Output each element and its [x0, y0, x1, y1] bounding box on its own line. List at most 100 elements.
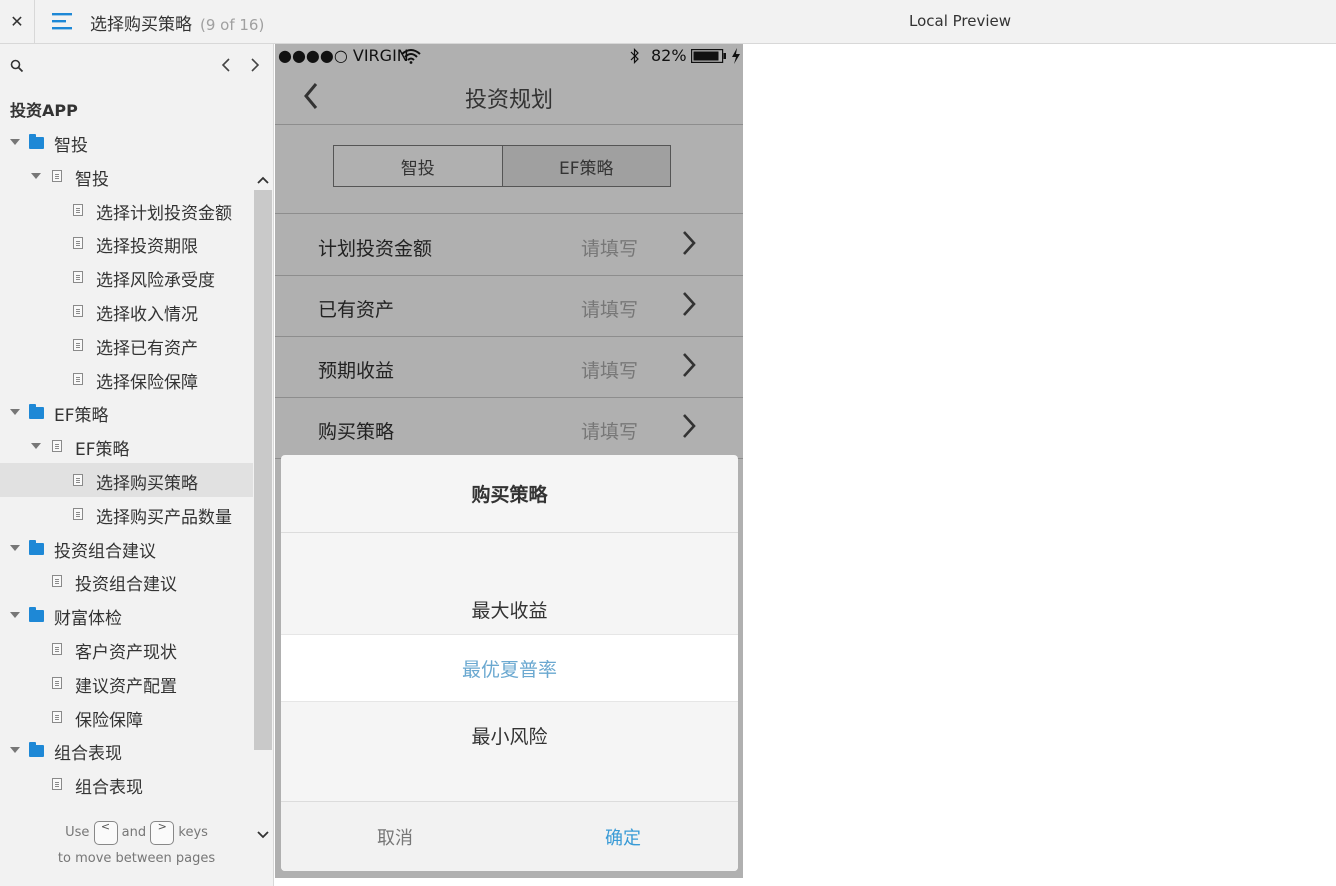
tree-item-label: 客户资产现状: [75, 643, 177, 663]
folder-icon: [29, 742, 44, 758]
search-icon[interactable]: [10, 59, 24, 73]
page-title: 选择购买策略 (9 of 16): [90, 10, 264, 35]
page-icon: [73, 474, 83, 486]
tree-folder[interactable]: 财富体检: [0, 598, 253, 632]
caret-down-icon[interactable]: [31, 443, 41, 450]
tree-item-label: 选择保险保障: [96, 372, 198, 393]
tree-page[interactable]: 选择投资期限: [0, 226, 253, 260]
tree-page[interactable]: 客户资产现状: [0, 632, 253, 666]
page-icon: [73, 338, 83, 351]
tree-page[interactable]: 选择保险保障: [0, 362, 253, 396]
tree-folder[interactable]: 组合表现: [0, 733, 253, 767]
battery-icon: [691, 49, 726, 63]
tree-folder[interactable]: 投资组合建议: [0, 531, 253, 565]
tree-item-label: 投资组合建议: [54, 541, 156, 562]
segment-ef-strategy[interactable]: EF策略: [501, 146, 670, 186]
form-row-expected-return[interactable]: 预期收益 请填写: [275, 336, 743, 398]
form-row-existing-assets[interactable]: 已有资产 请填写: [275, 275, 743, 337]
page-icon: [52, 643, 62, 655]
sheet-footer: 取消 确定: [281, 801, 738, 871]
close-button[interactable]: ✕: [0, 0, 35, 43]
tree-item-label: 投资组合建议: [75, 575, 177, 596]
tree-page[interactable]: 智投: [0, 159, 253, 193]
row-label: 已有资产: [318, 299, 395, 321]
battery-percent: 82%: [651, 46, 687, 65]
page-icon: [73, 372, 83, 385]
charging-icon: [732, 48, 740, 64]
caret-down-icon[interactable]: [10, 747, 20, 754]
tree-page[interactable]: EF策略: [0, 429, 253, 463]
close-icon: ✕: [10, 12, 24, 31]
page-icon: [52, 676, 62, 689]
cancel-button[interactable]: 取消: [377, 824, 413, 850]
page-icon: [52, 710, 62, 723]
page-icon: [52, 169, 62, 182]
caret-down-icon[interactable]: [31, 172, 41, 179]
folder-icon: [29, 607, 44, 623]
tree-item-label: 智投: [54, 136, 88, 156]
tree-item-label: 组合表现: [75, 778, 143, 799]
row-value: 请填写: [581, 360, 639, 382]
tree-page[interactable]: 选择风险承受度: [0, 260, 253, 294]
next-page-icon[interactable]: [247, 56, 263, 74]
tree-page[interactable]: 选择购买策略: [0, 463, 253, 497]
tree-item-label: 建议资产配置: [75, 676, 177, 697]
tree-page[interactable]: 组合表现: [0, 767, 253, 801]
tree-page[interactable]: 选择计划投资金额: [0, 193, 253, 227]
tree-folder[interactable]: 智投: [0, 125, 253, 159]
chevron-right-icon: [683, 231, 696, 255]
preview-label: Local Preview: [909, 12, 1012, 30]
chevron-right-icon: [683, 292, 696, 316]
option-best-sharpe[interactable]: 最优夏普率: [281, 634, 738, 702]
tree-item-label: 智投: [75, 169, 109, 190]
menu-icon[interactable]: [52, 11, 74, 31]
hint-line2: to move between pages: [57, 851, 216, 866]
caret-down-icon[interactable]: [10, 544, 20, 551]
tree-item-label: 选择风险承受度: [96, 271, 215, 292]
folder-icon: [29, 404, 44, 420]
tree-item-label: 选择购买策略: [96, 474, 198, 494]
segmented-control: 智投 EF策略: [333, 145, 671, 187]
tree-page[interactable]: 选择收入情况: [0, 294, 253, 328]
confirm-button[interactable]: 确定: [605, 824, 641, 850]
row-label: 购买策略: [318, 421, 395, 443]
row-label: 计划投资金额: [318, 238, 433, 260]
hint-use: Use: [65, 825, 90, 840]
page-title-text: 选择购买策略: [90, 15, 192, 35]
row-value: 请填写: [581, 299, 639, 321]
tree-item-label: 选择购买产品数量: [96, 507, 232, 528]
form-row-plan-amount[interactable]: 计划投资金额 请填写: [275, 214, 743, 276]
tree-page[interactable]: 投资组合建议: [0, 564, 253, 598]
tree-page[interactable]: 保险保障: [0, 700, 253, 734]
page-icon: [73, 271, 83, 284]
bluetooth-icon: [630, 48, 639, 64]
page-icon: [52, 778, 62, 791]
tree-page[interactable]: 选择已有资产: [0, 328, 253, 362]
scroll-up-icon[interactable]: [255, 172, 271, 188]
row-label: 预期收益: [318, 360, 395, 382]
tree-folder[interactable]: EF策略: [0, 395, 253, 429]
nav-title: 投资规划: [464, 88, 553, 113]
prev-key-icon: <: [93, 820, 118, 845]
tree-item-label: 选择已有资产: [96, 338, 198, 359]
caret-down-icon[interactable]: [10, 612, 20, 619]
page-icon: [73, 237, 83, 250]
page-icon: [73, 203, 83, 216]
next-key-icon: >: [150, 820, 175, 845]
scrollbar[interactable]: [254, 190, 272, 750]
page-icon: [73, 305, 83, 317]
option-min-risk[interactable]: 最小风险: [281, 702, 738, 768]
caret-down-icon[interactable]: [10, 409, 20, 416]
caret-down-icon[interactable]: [10, 139, 20, 145]
option-max-return[interactable]: 最大收益: [281, 575, 738, 643]
page-icon: [73, 507, 83, 520]
tree-item-label: EF策略: [75, 440, 130, 461]
tree-page[interactable]: 选择购买产品数量: [0, 497, 253, 531]
prev-page-icon[interactable]: [218, 56, 234, 74]
hint-keys: keys: [178, 825, 208, 840]
tree-page[interactable]: 建议资产配置: [0, 666, 253, 700]
segment-zhitou[interactable]: 智投: [334, 146, 502, 186]
tree-item-label: 选择投资期限: [96, 237, 198, 258]
strategy-picker-sheet: 购买策略 最大收益 最优夏普率 最小风险 取消 确定: [281, 455, 738, 871]
form-row-purchase-strategy[interactable]: 购买策略 请填写: [275, 397, 743, 459]
